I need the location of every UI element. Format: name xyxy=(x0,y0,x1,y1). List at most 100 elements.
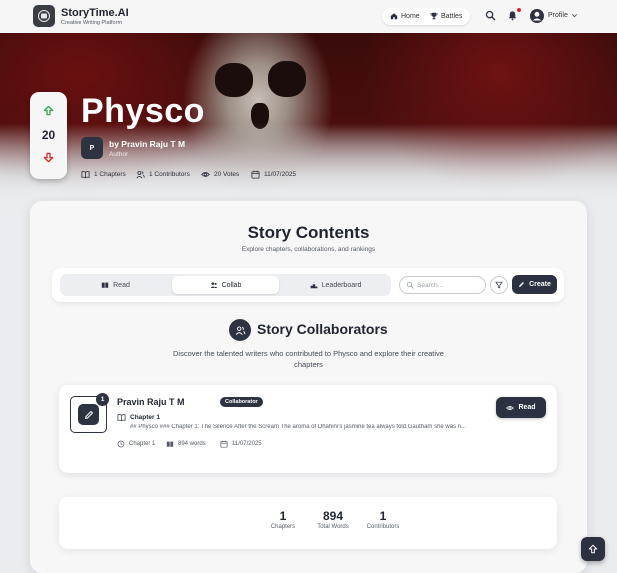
upvote-arrow-icon[interactable] xyxy=(43,105,54,116)
users-icon xyxy=(136,170,145,179)
tab-bar: Read Collab Leaderboard xyxy=(60,274,391,296)
search-icon xyxy=(406,281,414,289)
top-navbar: StoryTime.AI Creative Writing Platform H… xyxy=(0,0,617,33)
stat-date-label: 11/07/2025 xyxy=(232,441,262,447)
collaborators-description: Discover the talented writers who contri… xyxy=(173,349,444,369)
nav-battles[interactable]: Battles xyxy=(430,12,462,20)
pencil-icon xyxy=(84,410,93,419)
total-contributors-label: Contributors xyxy=(366,524,400,530)
stat-words-label: 894 words xyxy=(178,441,206,447)
search-box[interactable] xyxy=(399,276,486,294)
read-label: Read xyxy=(518,404,536,411)
meta-votes-label: 20 Votes xyxy=(214,171,240,178)
brand-logo[interactable] xyxy=(33,5,55,27)
open-book-icon xyxy=(117,414,126,422)
user-icon xyxy=(532,11,542,21)
chapter-excerpt: ## Physco ### Chapter 1: The Silence Aft… xyxy=(130,424,467,430)
downvote-arrow-icon[interactable] xyxy=(43,152,54,163)
total-chapters-value: 1 xyxy=(279,509,287,523)
create-button[interactable]: Create xyxy=(512,275,557,294)
author-name[interactable]: by Pravin Raju T M xyxy=(109,139,185,149)
skull-eye-left xyxy=(215,63,253,97)
section-title: Story Contents xyxy=(247,223,370,242)
brand-name[interactable]: StoryTime.AI xyxy=(61,7,129,19)
search-input[interactable] xyxy=(417,279,481,291)
chapter-title[interactable]: Chapter 1 xyxy=(130,414,160,421)
hero-fade-overlay xyxy=(0,123,617,200)
book-icon xyxy=(101,282,109,288)
meta-contributors-label: 1 Contributors xyxy=(149,171,190,178)
total-chapters-label: Chapters xyxy=(270,524,296,530)
total-contributors-value: 1 xyxy=(379,509,387,523)
meta-chapters-label: 1 Chapters xyxy=(94,171,126,178)
clock-icon xyxy=(117,440,125,448)
story-contents-card: Story Contents Explore chapters, collabo… xyxy=(30,201,587,573)
nav-pill: Home Battles xyxy=(382,8,470,25)
chevron-down-icon[interactable] xyxy=(571,12,578,19)
meta-date: 11/07/2025 xyxy=(251,170,296,179)
rank-badge: 1 xyxy=(96,393,109,406)
profile-label[interactable]: Profile xyxy=(548,12,568,19)
tab-collab-label: Collab xyxy=(221,281,242,289)
total-chapters: 1 Chapters xyxy=(265,509,301,530)
brand-tagline: Creative Writing Platform xyxy=(61,20,123,26)
create-label: Create xyxy=(529,281,551,288)
podium-icon xyxy=(310,281,318,289)
calendar-icon xyxy=(220,440,228,448)
pencil-icon xyxy=(519,282,525,287)
contents-toolbar: Read Collab Leaderboard Create xyxy=(52,268,564,302)
total-words-value: 894 xyxy=(322,509,344,523)
total-words-label: Total Words xyxy=(317,524,349,530)
skull-eye-right xyxy=(268,61,306,97)
bell-icon[interactable] xyxy=(507,10,518,21)
meta-date-label: 11/07/2025 xyxy=(264,171,297,178)
meta-votes: 20 Votes xyxy=(201,170,239,179)
stat-words: 894 words xyxy=(166,440,206,448)
tab-read[interactable]: Read xyxy=(62,276,169,294)
author-role: Author xyxy=(109,151,129,158)
logo-emblem-icon xyxy=(38,10,50,22)
calendar-icon xyxy=(251,170,260,179)
vote-count: 20 xyxy=(41,128,56,142)
rank-inner xyxy=(78,404,99,425)
eye-icon xyxy=(201,172,210,177)
nav-battles-label: Battles xyxy=(441,12,463,20)
meta-contributors: 1 Contributors xyxy=(136,170,190,179)
nav-home-label: Home xyxy=(401,12,420,20)
total-contributors: 1 Contributors xyxy=(361,509,405,530)
arrow-up-icon xyxy=(588,544,598,554)
search-icon[interactable] xyxy=(485,10,496,21)
stat-chapter: Chapter 1 xyxy=(117,440,155,448)
collaborator-card[interactable]: 1 Pravin Raju T M Collaborator Chapter 1… xyxy=(59,385,557,473)
vote-card: 20 xyxy=(30,92,67,179)
total-words: 894 Total Words xyxy=(308,509,358,530)
users-icon xyxy=(210,282,217,289)
trophy-icon xyxy=(430,12,438,20)
home-icon xyxy=(390,13,398,20)
book-icon xyxy=(166,441,174,447)
totals-card: 1 Chapters 894 Total Words 1 Contributor… xyxy=(59,497,557,549)
author-avatar[interactable]: P xyxy=(81,137,103,159)
notification-dot xyxy=(517,8,521,12)
tab-collab[interactable]: Collab xyxy=(172,276,279,294)
tab-leaderboard-label: Leaderboard xyxy=(321,281,362,289)
profile-avatar[interactable] xyxy=(530,9,544,23)
read-button[interactable]: Read xyxy=(496,397,546,418)
role-badge: Collaborator xyxy=(220,397,263,407)
tab-leaderboard[interactable]: Leaderboard xyxy=(282,276,389,294)
filter-icon xyxy=(495,281,503,289)
collaborators-title: Story Collaborators xyxy=(257,321,388,337)
scroll-to-top-button[interactable] xyxy=(581,537,605,561)
section-subtitle: Explore chapters, collaborations, and ra… xyxy=(241,246,376,253)
collaborators-badge xyxy=(229,319,251,341)
nav-home[interactable]: Home xyxy=(390,12,420,20)
stat-chapter-label: Chapter 1 xyxy=(129,441,156,447)
eye-icon xyxy=(506,405,515,410)
story-title: Physco xyxy=(81,92,205,130)
filter-button[interactable] xyxy=(490,276,508,294)
stat-date: 11/07/2025 xyxy=(220,440,262,448)
meta-chapters: 1 Chapters xyxy=(81,170,126,179)
tab-read-label: Read xyxy=(113,281,130,289)
collaborator-name[interactable]: Pravin Raju T M xyxy=(117,397,185,407)
open-book-icon xyxy=(81,171,90,179)
